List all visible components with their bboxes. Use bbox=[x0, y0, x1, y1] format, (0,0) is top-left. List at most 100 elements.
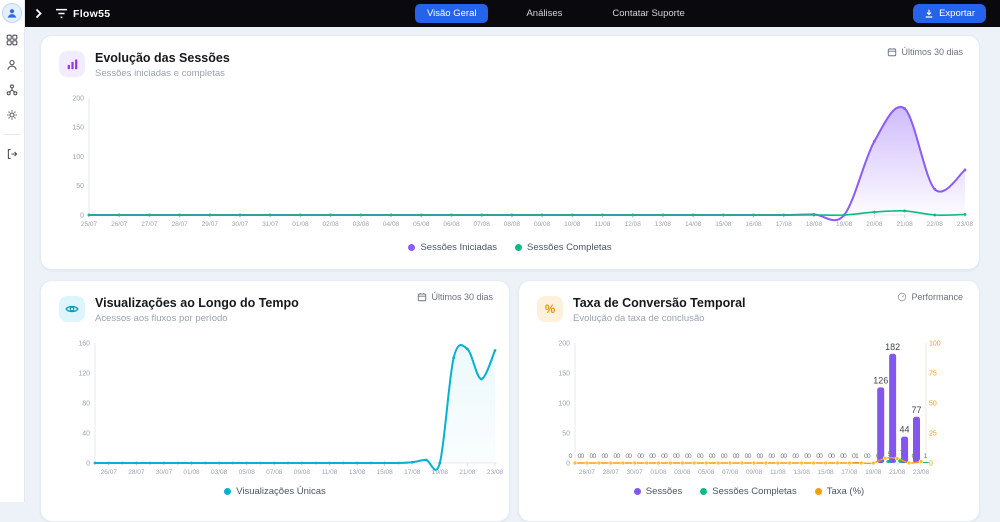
svg-text:0: 0 bbox=[819, 453, 823, 460]
svg-text:15/08: 15/08 bbox=[715, 221, 732, 228]
svg-text:80: 80 bbox=[82, 400, 90, 407]
svg-text:28/07: 28/07 bbox=[603, 469, 620, 476]
svg-text:21/08: 21/08 bbox=[889, 469, 906, 476]
svg-text:05/08: 05/08 bbox=[239, 469, 256, 476]
top-navbar: Flow55 Visão Geral Análises Contatar Sup… bbox=[24, 0, 1000, 27]
legend-item: Sessões Iniciadas bbox=[408, 242, 497, 253]
svg-text:5: 5 bbox=[888, 451, 892, 458]
svg-text:0: 0 bbox=[688, 453, 692, 460]
nav-item-contatar-suporte[interactable]: Contatar Suporte bbox=[600, 4, 696, 23]
svg-text:26/07: 26/07 bbox=[101, 469, 118, 476]
svg-text:04/08: 04/08 bbox=[383, 221, 400, 228]
sessions-evolution-chart: 05010015020025/0726/0727/0728/0729/0730/… bbox=[41, 36, 979, 269]
sidebar-item-logout[interactable] bbox=[4, 146, 20, 162]
svg-text:21/08: 21/08 bbox=[896, 221, 913, 228]
svg-text:10/08: 10/08 bbox=[564, 221, 581, 228]
svg-text:0: 0 bbox=[664, 453, 668, 460]
svg-text:0: 0 bbox=[566, 460, 570, 467]
svg-text:150: 150 bbox=[72, 125, 84, 132]
svg-text:19/08: 19/08 bbox=[865, 469, 882, 476]
chart-legend: Visualizações Únicas bbox=[41, 486, 509, 497]
svg-text:15/08: 15/08 bbox=[377, 469, 394, 476]
user-avatar[interactable] bbox=[2, 3, 22, 23]
svg-text:0: 0 bbox=[569, 453, 573, 460]
svg-text:30/07: 30/07 bbox=[627, 469, 644, 476]
svg-text:75: 75 bbox=[929, 370, 937, 377]
svg-text:182: 182 bbox=[885, 342, 900, 352]
nav-item-visao-geral[interactable]: Visão Geral bbox=[415, 4, 488, 23]
svg-text:0: 0 bbox=[783, 453, 787, 460]
download-icon bbox=[924, 8, 934, 19]
legend-label: Taxa (%) bbox=[827, 486, 864, 497]
svg-text:25/07: 25/07 bbox=[81, 221, 98, 228]
svg-text:0: 0 bbox=[581, 453, 585, 460]
user-icon bbox=[6, 59, 18, 71]
logout-icon bbox=[6, 148, 18, 160]
legend-item: Sessões bbox=[634, 486, 682, 497]
svg-text:05/08: 05/08 bbox=[413, 221, 430, 228]
svg-text:0: 0 bbox=[867, 453, 871, 460]
svg-text:0: 0 bbox=[712, 453, 716, 460]
svg-text:26/07: 26/07 bbox=[579, 469, 596, 476]
svg-text:05/08: 05/08 bbox=[698, 469, 715, 476]
sidebar-toggle-chevron[interactable] bbox=[31, 7, 45, 21]
svg-text:126: 126 bbox=[873, 375, 888, 385]
svg-text:44: 44 bbox=[900, 425, 910, 435]
svg-text:14/08: 14/08 bbox=[685, 221, 702, 228]
svg-text:0: 0 bbox=[760, 453, 764, 460]
sidebar-item-flows[interactable] bbox=[4, 82, 20, 98]
svg-text:01/08: 01/08 bbox=[183, 469, 200, 476]
svg-text:160: 160 bbox=[78, 340, 90, 347]
settings-gear-icon bbox=[6, 109, 18, 121]
conversion-rate-card: Performance % Taxa de Conversão Temporal… bbox=[518, 280, 980, 522]
legend-label: Visualizações Únicas bbox=[236, 486, 326, 497]
svg-text:200: 200 bbox=[558, 340, 570, 347]
legend-dot-icon bbox=[700, 488, 707, 495]
svg-text:77: 77 bbox=[911, 405, 921, 415]
svg-text:0: 0 bbox=[843, 453, 847, 460]
legend-dot-icon bbox=[815, 488, 822, 495]
legend-dot-icon bbox=[515, 244, 522, 251]
svg-text:02/08: 02/08 bbox=[323, 221, 340, 228]
svg-text:26/07: 26/07 bbox=[111, 221, 128, 228]
legend-label: Sessões Iniciadas bbox=[420, 242, 497, 253]
svg-text:13/08: 13/08 bbox=[794, 469, 811, 476]
svg-text:07/08: 07/08 bbox=[722, 469, 739, 476]
legend-item: Sessões Completas bbox=[700, 486, 796, 497]
svg-text:0: 0 bbox=[876, 453, 880, 460]
svg-text:16/08: 16/08 bbox=[745, 221, 762, 228]
nav-item-analises[interactable]: Análises bbox=[514, 4, 574, 23]
sidebar-item-users[interactable] bbox=[4, 57, 20, 73]
svg-text:07/08: 07/08 bbox=[474, 221, 491, 228]
svg-text:08/08: 08/08 bbox=[504, 221, 521, 228]
legend-label: Sessões bbox=[646, 486, 682, 497]
svg-text:19/08: 19/08 bbox=[836, 221, 853, 228]
svg-text:0: 0 bbox=[724, 453, 728, 460]
svg-text:0: 0 bbox=[700, 453, 704, 460]
svg-text:20/08: 20/08 bbox=[866, 221, 883, 228]
sidebar bbox=[0, 0, 25, 502]
svg-text:0: 0 bbox=[80, 212, 84, 219]
svg-text:12/08: 12/08 bbox=[625, 221, 642, 228]
svg-text:0: 0 bbox=[795, 453, 799, 460]
sidebar-item-dashboard[interactable] bbox=[4, 32, 20, 48]
svg-text:11/08: 11/08 bbox=[322, 469, 338, 476]
chart-legend: Sessões Sessões Completas Taxa (%) bbox=[519, 486, 979, 497]
logo-funnel-icon bbox=[55, 8, 68, 19]
chart-legend: Sessões IniciadasSessões Completas bbox=[41, 242, 979, 253]
svg-text:11/08: 11/08 bbox=[595, 221, 611, 228]
svg-text:29/07: 29/07 bbox=[202, 221, 219, 228]
svg-text:150: 150 bbox=[558, 370, 570, 377]
export-button[interactable]: Exportar bbox=[913, 4, 986, 23]
svg-text:7: 7 bbox=[900, 450, 904, 457]
sidebar-divider bbox=[4, 134, 20, 135]
svg-text:0: 0 bbox=[604, 453, 608, 460]
legend-dot-icon bbox=[408, 244, 415, 251]
sidebar-item-settings[interactable] bbox=[4, 107, 20, 123]
svg-text:18/08: 18/08 bbox=[806, 221, 823, 228]
svg-text:23/08: 23/08 bbox=[913, 469, 930, 476]
svg-text:06/08: 06/08 bbox=[443, 221, 460, 228]
svg-text:28/07: 28/07 bbox=[128, 469, 145, 476]
svg-text:31/07: 31/07 bbox=[262, 221, 279, 228]
svg-text:23/08: 23/08 bbox=[487, 469, 504, 476]
